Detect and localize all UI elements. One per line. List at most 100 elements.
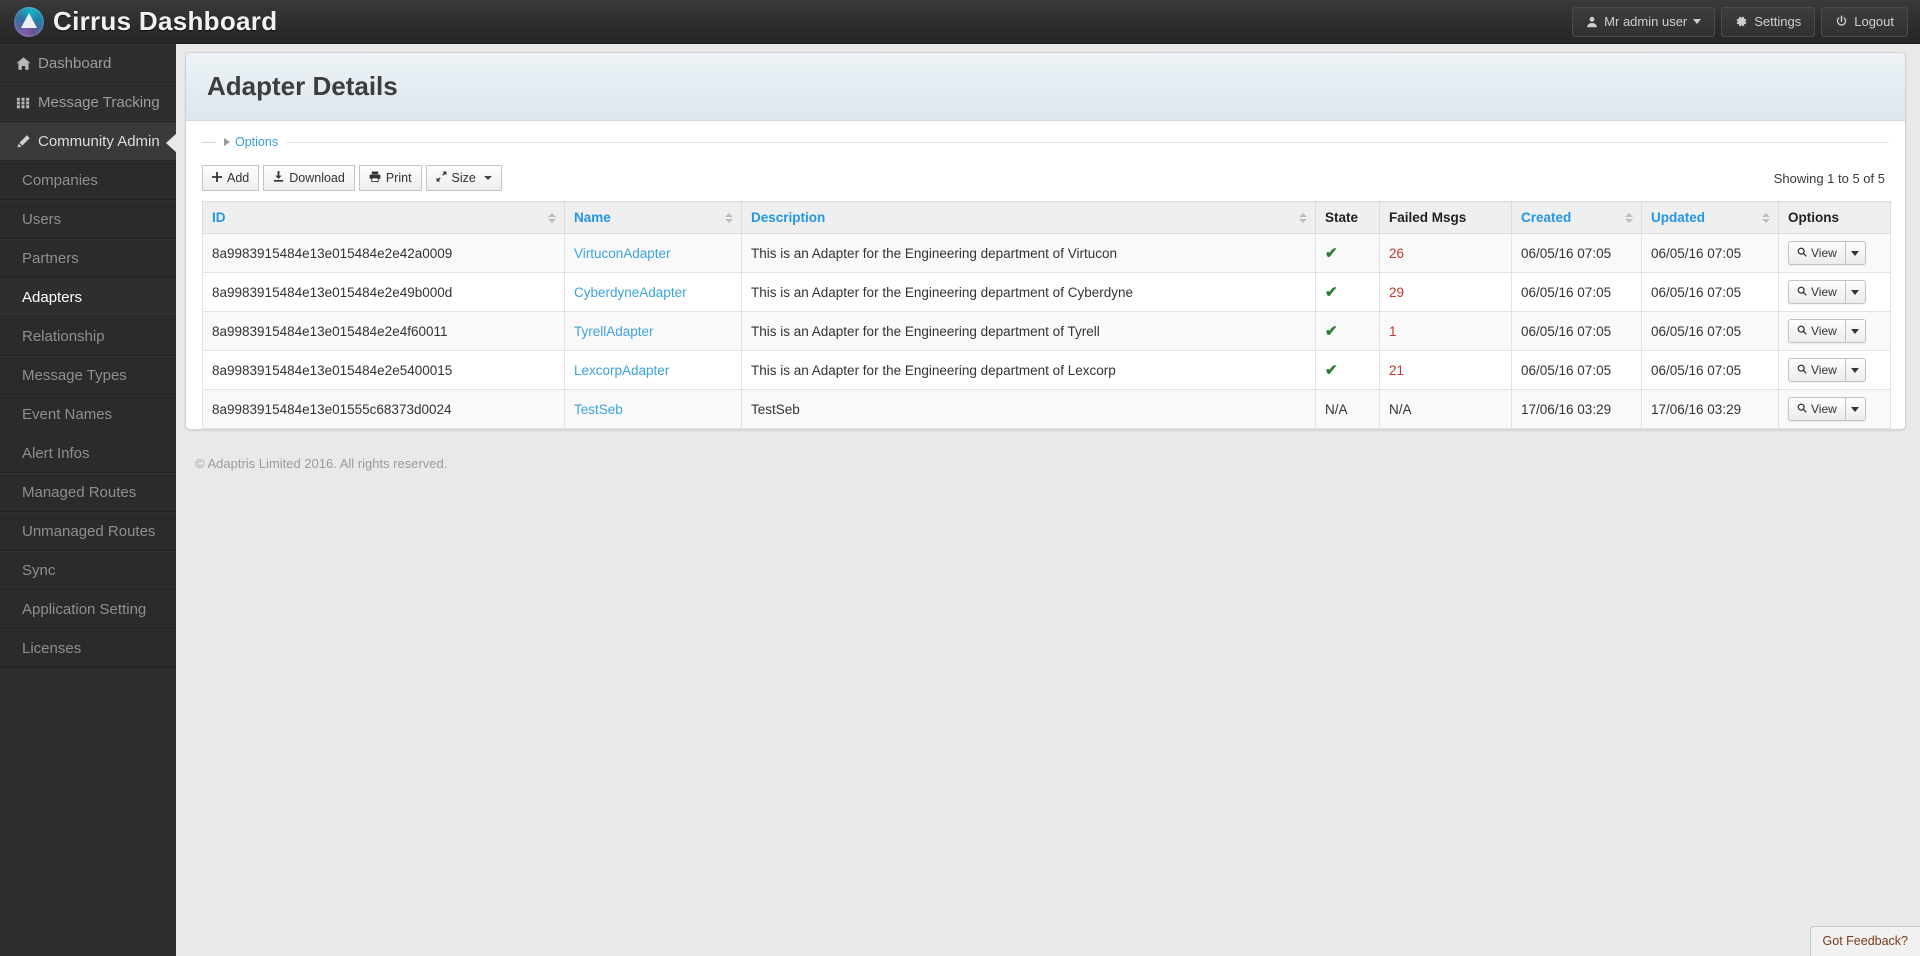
adapter-name-link[interactable]: CyberdyneAdapter — [574, 285, 687, 300]
cell-state: ✔ — [1315, 311, 1380, 351]
got-feedback-tab[interactable]: Got Feedback? — [1809, 926, 1920, 956]
settings-button[interactable]: Settings — [1721, 6, 1816, 37]
chevron-down-icon — [1851, 406, 1860, 412]
cell-options: View — [1778, 350, 1891, 390]
column-header-id[interactable]: ID — [202, 201, 565, 234]
user-menu-label: Mr admin user — [1604, 14, 1688, 29]
column-header-name[interactable]: Name — [564, 201, 742, 234]
download-icon — [273, 171, 284, 185]
view-split-button: View — [1788, 358, 1866, 382]
search-icon — [1797, 324, 1807, 338]
cell-options: View — [1778, 389, 1891, 429]
chevron-down-icon — [1851, 367, 1860, 373]
user-menu-button[interactable]: Mr admin user — [1572, 6, 1716, 37]
size-button[interactable]: Size — [425, 165, 502, 191]
view-button[interactable]: View — [1788, 280, 1845, 304]
cell-description: This is an Adapter for the Engineering d… — [741, 233, 1316, 273]
settings-label: Settings — [1754, 14, 1802, 29]
cell-description: This is an Adapter for the Engineering d… — [741, 272, 1316, 312]
cell-failed-msgs: 29 — [1379, 272, 1512, 312]
cell-created: 06/05/16 07:05 — [1511, 233, 1642, 273]
cell-name: TyrellAdapter — [564, 311, 742, 351]
sort-icon — [548, 212, 556, 223]
adapter-details-panel: Adapter Details Options Add Download Pri… — [185, 52, 1906, 430]
print-button[interactable]: Print — [358, 165, 422, 191]
size-label: Size — [451, 171, 476, 185]
sidebar-item-users[interactable]: Users — [0, 200, 176, 239]
chevron-right-icon[interactable] — [224, 138, 230, 146]
options-link[interactable]: Options — [235, 135, 278, 149]
sidebar-item-alert-infos[interactable]: Alert Infos — [0, 434, 176, 473]
cell-description: TestSeb — [741, 389, 1316, 429]
sidebar-subitem-label: Application Setting — [22, 601, 147, 618]
cell-id: 8a9983915484e13e01555c68373d0024 — [202, 389, 565, 429]
sidebar-subitem-label: Partners — [22, 250, 79, 267]
add-button[interactable]: Add — [202, 165, 260, 191]
sidebar-item-partners[interactable]: Partners — [0, 239, 176, 278]
check-icon: ✔ — [1325, 245, 1338, 262]
sidebar-item-sync[interactable]: Sync — [0, 551, 176, 590]
sidebar-item-dashboard[interactable]: Dashboard — [0, 44, 176, 83]
view-dropdown-toggle[interactable] — [1844, 358, 1866, 382]
cell-failed-msgs: N/A — [1379, 389, 1512, 429]
view-label: View — [1811, 285, 1837, 299]
view-button[interactable]: View — [1788, 241, 1845, 265]
sidebar-item-companies[interactable]: Companies — [0, 161, 176, 200]
sidebar-item-licenses[interactable]: Licenses — [0, 629, 176, 668]
sidebar-item-message-tracking[interactable]: Message Tracking — [0, 83, 176, 122]
sidebar-subitem-label: Message Types — [22, 367, 127, 384]
power-icon — [1835, 15, 1848, 28]
brand-title: Cirrus Dashboard — [53, 6, 278, 36]
adapter-name-link[interactable]: LexcorpAdapter — [574, 363, 669, 378]
cell-state: ✔ — [1315, 350, 1380, 390]
resize-icon — [436, 171, 447, 185]
chevron-down-icon — [1693, 19, 1702, 24]
plus-icon — [212, 171, 222, 185]
view-button[interactable]: View — [1788, 358, 1845, 382]
column-label: Description — [751, 210, 826, 225]
sidebar-item-application-setting[interactable]: Application Setting — [0, 590, 176, 629]
column-header-failed-msgs: Failed Msgs — [1379, 201, 1512, 234]
column-header-created[interactable]: Created — [1511, 201, 1642, 234]
download-button[interactable]: Download — [263, 165, 355, 191]
column-header-updated[interactable]: Updated — [1641, 201, 1779, 234]
table-header-row: ID Name Description State Failed Msgs Cr… — [202, 201, 1891, 234]
adapter-name-link[interactable]: TyrellAdapter — [574, 324, 654, 339]
logout-button[interactable]: Logout — [1821, 6, 1908, 37]
cell-failed-msgs: 26 — [1379, 233, 1512, 273]
sidebar-item-event-names[interactable]: Event Names — [0, 395, 176, 434]
panel-header: Adapter Details — [186, 53, 1905, 121]
cell-updated: 17/06/16 03:29 — [1641, 389, 1779, 429]
state-text: N/A — [1325, 401, 1348, 417]
cell-state: N/A — [1315, 389, 1380, 429]
cell-name: CyberdyneAdapter — [564, 272, 742, 312]
view-dropdown-toggle[interactable] — [1844, 280, 1866, 304]
search-icon — [1797, 285, 1807, 299]
column-header-description[interactable]: Description — [741, 201, 1316, 234]
view-dropdown-toggle[interactable] — [1844, 319, 1866, 343]
brand[interactable]: Cirrus Dashboard — [0, 6, 277, 37]
view-dropdown-toggle[interactable] — [1844, 241, 1866, 265]
sidebar-item-unmanaged-routes[interactable]: Unmanaged Routes — [0, 512, 176, 551]
view-split-button: View — [1788, 319, 1866, 343]
cell-failed-msgs: 1 — [1379, 311, 1512, 351]
grid-icon — [16, 96, 38, 110]
add-label: Add — [227, 171, 250, 185]
sidebar-item-label: Message Tracking — [38, 94, 160, 111]
cell-updated: 06/05/16 07:05 — [1641, 272, 1779, 312]
view-dropdown-toggle[interactable] — [1844, 397, 1866, 421]
chevron-down-icon — [1851, 289, 1860, 295]
sidebar-item-community-admin[interactable]: Community Admin — [0, 122, 177, 161]
sidebar-item-adapters[interactable]: Adapters — [0, 278, 176, 317]
sidebar-item-message-types[interactable]: Message Types — [0, 356, 176, 395]
sidebar-item-relationship[interactable]: Relationship — [0, 317, 176, 356]
cell-failed-msgs: 21 — [1379, 350, 1512, 390]
divider-left — [202, 141, 216, 143]
sidebar-item-managed-routes[interactable]: Managed Routes — [0, 473, 176, 512]
adapter-name-link[interactable]: TestSeb — [574, 402, 623, 417]
view-button[interactable]: View — [1788, 319, 1845, 343]
view-button[interactable]: View — [1788, 397, 1845, 421]
adapter-name-link[interactable]: VirtuconAdapter — [574, 246, 671, 261]
table-row: 8a9983915484e13e015484e2e42a0009 Virtucon… — [202, 233, 1891, 273]
chevron-down-icon — [483, 176, 492, 180]
